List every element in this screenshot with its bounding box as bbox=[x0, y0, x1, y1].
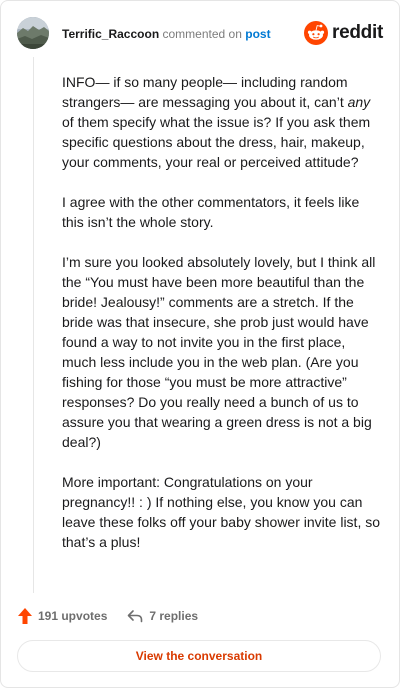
post-link[interactable]: post bbox=[245, 27, 270, 41]
commented-on-text: commented on bbox=[162, 27, 242, 41]
comment-paragraph-2: I agree with the other commentators, it … bbox=[62, 194, 360, 230]
embedded-comment-card: Terrific_Raccoon commented on post reddi… bbox=[0, 0, 400, 688]
upvotes-count: 191 upvotes bbox=[38, 609, 108, 623]
comment-body: INFO— if so many people— including rando… bbox=[62, 72, 382, 572]
comment-paragraph-1: INFO— if so many people— including rando… bbox=[62, 74, 371, 170]
view-conversation-button[interactable]: View the conversation bbox=[17, 640, 381, 672]
comment-paragraph-3: I’m sure you looked absolutely lovely, b… bbox=[62, 254, 376, 450]
reply-arrow-icon bbox=[128, 610, 143, 623]
reddit-snoo-icon bbox=[304, 21, 329, 45]
upvotes-button[interactable]: 191 upvotes bbox=[17, 607, 107, 625]
reddit-wordmark: reddit bbox=[332, 22, 383, 43]
thread-line bbox=[33, 57, 34, 593]
username-link[interactable]: Terrific_Raccoon bbox=[62, 27, 159, 41]
replies-button[interactable]: 7 replies bbox=[127, 609, 198, 623]
user-avatar[interactable] bbox=[17, 17, 49, 49]
comment-footer: 191 upvotes 7 replies bbox=[17, 605, 198, 627]
comment-byline: Terrific_Raccoon commented on post bbox=[62, 26, 271, 42]
reddit-logo[interactable]: reddit bbox=[304, 21, 383, 45]
replies-count: 7 replies bbox=[149, 609, 199, 623]
emphasis-any: any bbox=[347, 94, 371, 110]
comment-paragraph-4: More important: Congratulations on your … bbox=[62, 474, 381, 550]
upvote-arrow-icon bbox=[18, 608, 32, 624]
avatar-image bbox=[17, 17, 49, 49]
comment-header: Terrific_Raccoon commented on post reddi… bbox=[17, 17, 383, 51]
